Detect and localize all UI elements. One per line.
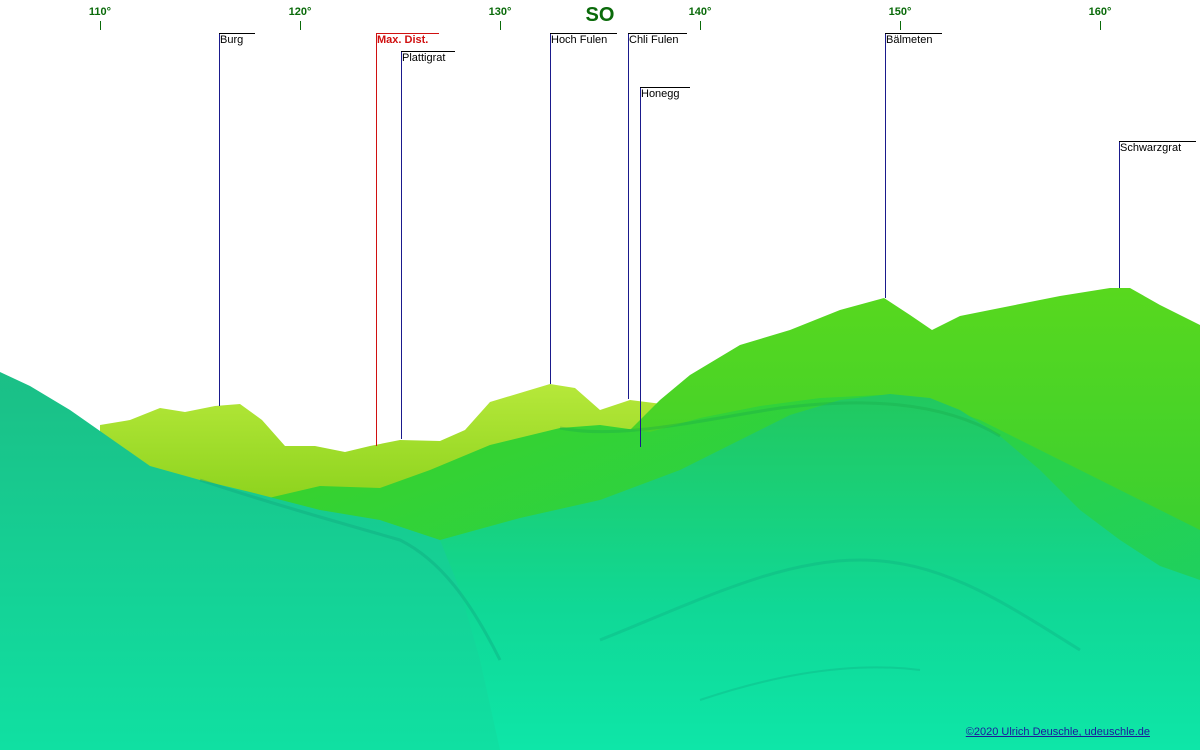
degree-tick-mark xyxy=(1099,21,1101,30)
peak-label-burg: Burg xyxy=(220,34,244,46)
degree-tick-130: 130° xyxy=(480,0,520,30)
degree-tick-mark xyxy=(899,21,901,30)
max-distance-marker-line xyxy=(376,33,377,446)
degree-tick-140: 140° xyxy=(680,0,720,30)
peak-marker-line-plattigrat xyxy=(401,51,402,439)
degree-tick-label: 150° xyxy=(888,6,912,18)
panorama-view: 110° 120° 130° 140° 150° 160° SO Burg Ma… xyxy=(0,0,1200,750)
peak-label-hoch-fulen: Hoch Fulen xyxy=(551,34,608,46)
peak-marker-line-schwarzgrat xyxy=(1119,141,1120,288)
degree-tick-110: 110° xyxy=(80,0,120,30)
peak-marker-line-honegg xyxy=(640,87,641,447)
degree-tick-120: 120° xyxy=(280,0,320,30)
degree-tick-mark xyxy=(499,21,501,30)
degree-tick-160: 160° xyxy=(1080,0,1120,30)
compass-direction-label: SO xyxy=(585,4,615,26)
peak-marker-line-chli-fulen xyxy=(628,33,629,399)
copyright-credit-link[interactable]: ©2020 Ulrich Deuschle, udeuschle.de xyxy=(966,726,1150,738)
peak-marker-line-balmeten xyxy=(885,33,886,298)
degree-tick-mark xyxy=(699,21,701,30)
degree-tick-label: 120° xyxy=(288,6,312,18)
degree-tick-mark xyxy=(99,21,101,30)
peak-label-plattigrat: Plattigrat xyxy=(402,52,446,64)
peak-marker-line-hoch-fulen xyxy=(550,33,551,384)
peak-marker-line-burg xyxy=(219,33,220,406)
peak-label-balmeten: Bälmeten xyxy=(886,34,933,46)
max-distance-label: Max. Dist. xyxy=(377,34,429,46)
terrain-render xyxy=(0,288,1200,750)
degree-tick-mark xyxy=(299,21,301,30)
degree-tick-label: 130° xyxy=(488,6,512,18)
degree-tick-label: 110° xyxy=(88,6,112,18)
degree-tick-label: 140° xyxy=(688,6,712,18)
peak-label-schwarzgrat: Schwarzgrat xyxy=(1120,142,1182,154)
degree-tick-150: 150° xyxy=(880,0,920,30)
peak-label-honegg: Honegg xyxy=(641,88,680,100)
peak-label-chli-fulen: Chli Fulen xyxy=(629,34,679,46)
degree-tick-label: 160° xyxy=(1088,6,1112,18)
